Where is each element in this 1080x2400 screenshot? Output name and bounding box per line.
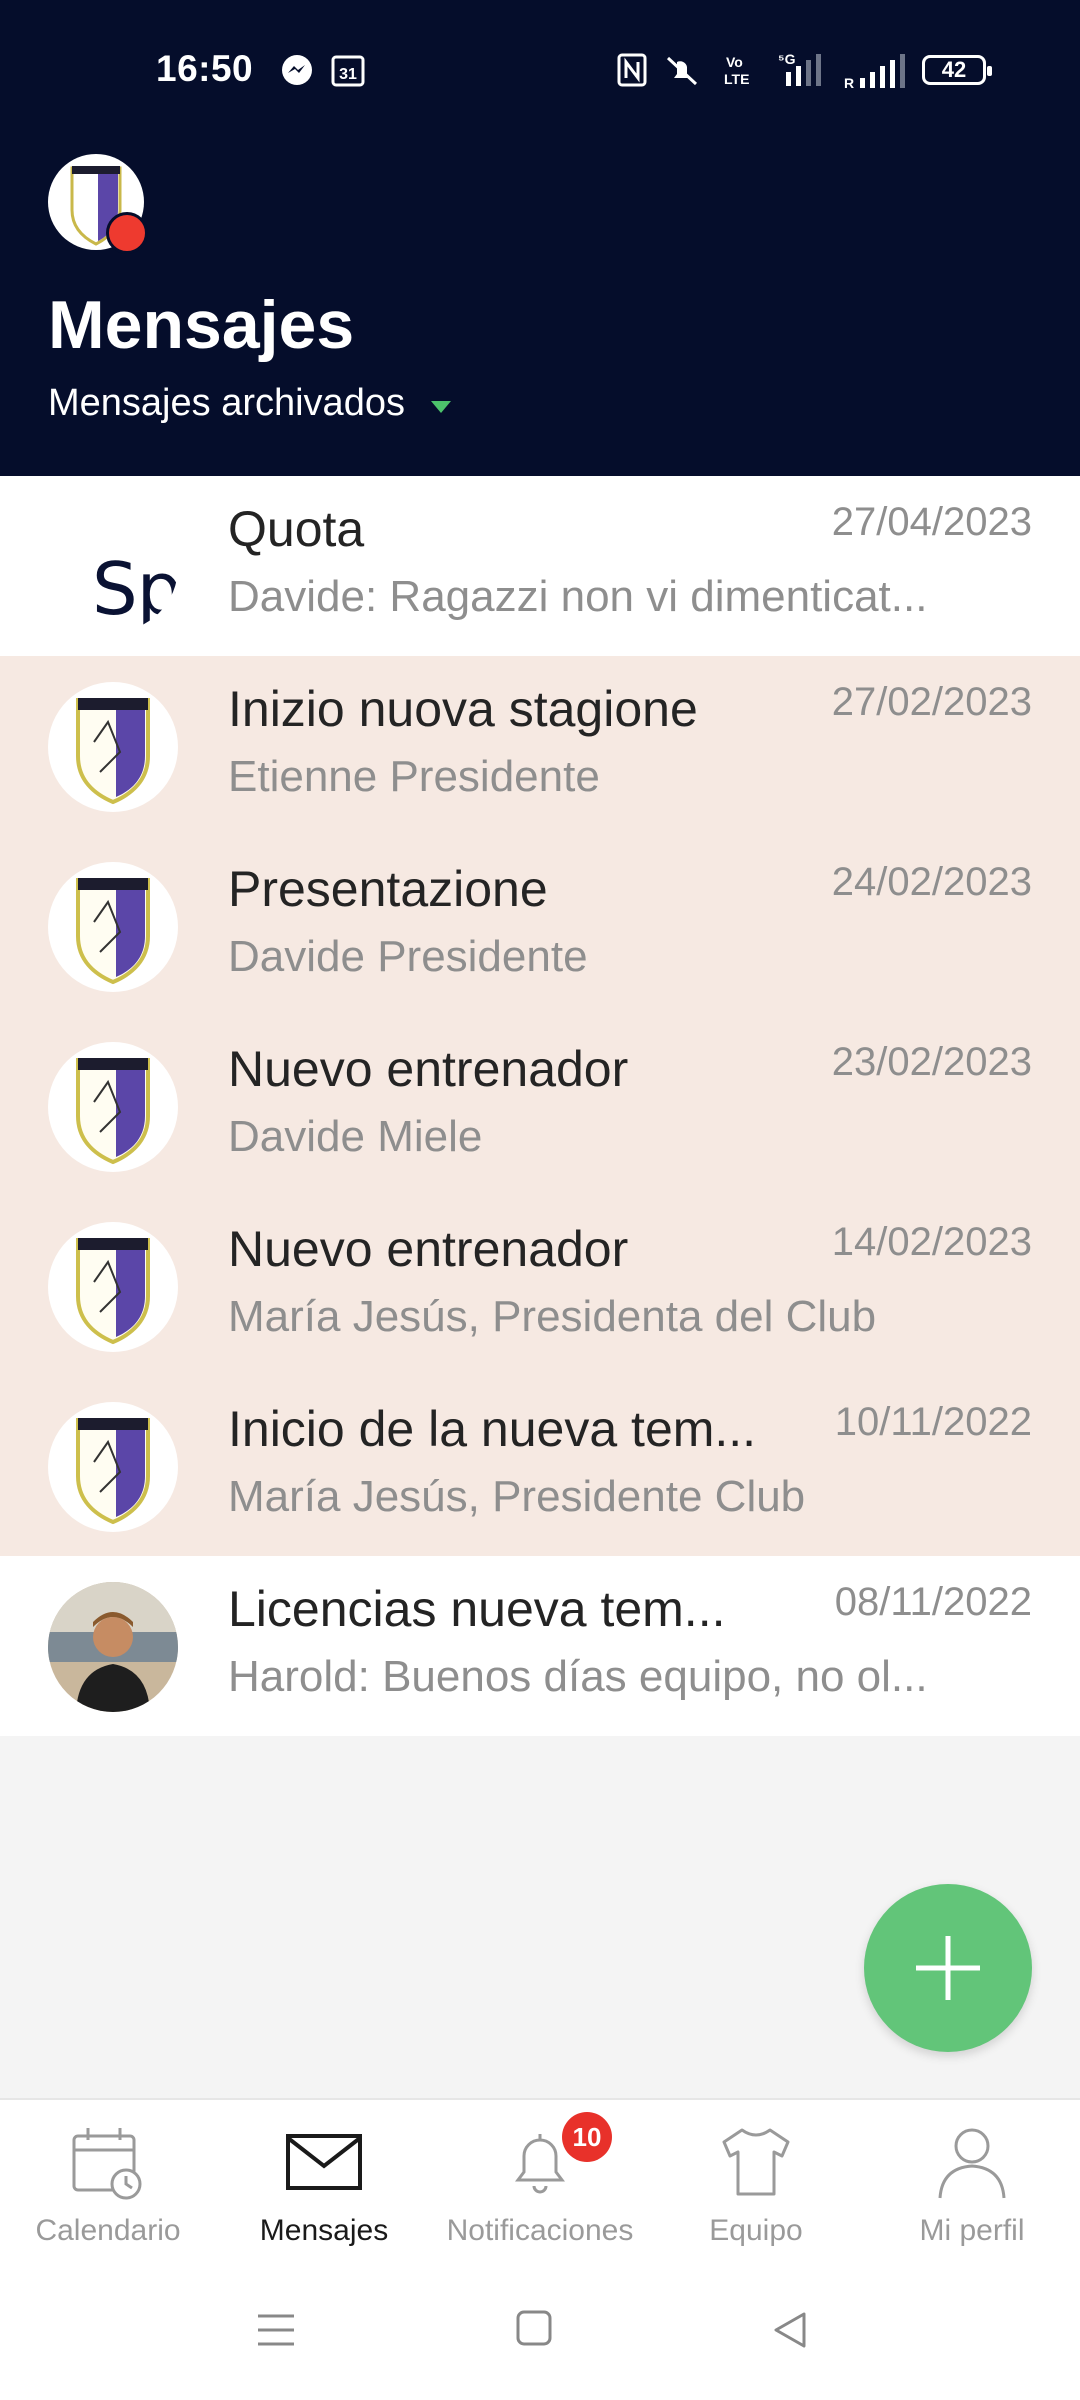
system-navigation-bar xyxy=(0,2268,1080,2400)
signal-5g-icon: ⁵G xyxy=(778,51,821,86)
conversation-date: 27/02/2023 xyxy=(831,680,1032,724)
filter-label: Mensajes archivados xyxy=(48,382,405,424)
back-triangle-icon[interactable] xyxy=(770,2308,810,2352)
nav-label: Mi perfil xyxy=(919,2214,1025,2247)
envelope-icon xyxy=(286,2134,362,2190)
conversation-list: Spo Quota Davide: Ragazzi non vi dimenti… xyxy=(0,476,1080,1736)
conversation-row[interactable]: Nuevo entrenador María Jesús, Presidenta… xyxy=(0,1196,1080,1376)
club-crest-icon xyxy=(76,1238,150,1345)
notification-dot xyxy=(106,212,148,254)
shirt-icon xyxy=(722,2128,790,2196)
club-crest-icon xyxy=(76,1058,150,1165)
home-square-icon[interactable] xyxy=(514,2308,554,2348)
page-title: Mensajes xyxy=(48,287,355,363)
conversation-title: Inizio nuova stagione xyxy=(228,681,698,737)
volte-icon: Vo LTE xyxy=(724,54,749,87)
conversation-preview: María Jesús, Presidenta del Club xyxy=(228,1292,877,1341)
conversation-date: 14/02/2023 xyxy=(831,1220,1032,1264)
nav-calendario[interactable]: Calendario xyxy=(0,2100,216,2270)
conversation-date: 27/04/2023 xyxy=(831,500,1032,544)
new-message-button[interactable] xyxy=(864,1884,1032,2052)
person-icon xyxy=(938,2128,1006,2199)
club-crest-icon xyxy=(76,1418,150,1525)
nav-equipo[interactable]: Equipo xyxy=(648,2100,864,2270)
conversation-title: Licencias nueva tem... xyxy=(228,1581,726,1637)
nav-label: Calendario xyxy=(35,2214,181,2247)
conversation-preview: Etienne Presidente xyxy=(228,752,600,801)
avatar xyxy=(48,1402,178,1532)
user-photo xyxy=(48,1582,178,1712)
conversation-title: Nuevo entrenador xyxy=(228,1221,629,1277)
conversation-preview: María Jesús, Presidente Club xyxy=(228,1472,806,1521)
svg-text:Vo: Vo xyxy=(726,54,743,70)
avatar: Spo xyxy=(48,502,178,632)
svg-text:⁵G: ⁵G xyxy=(778,51,796,67)
conversation-date: 24/02/2023 xyxy=(831,860,1032,904)
avatar xyxy=(48,862,178,992)
notification-badge: 10 xyxy=(562,2112,612,2162)
avatar xyxy=(48,1042,178,1172)
conversation-preview: Davide Miele xyxy=(228,1112,483,1161)
svg-text:LTE: LTE xyxy=(724,71,749,87)
conversation-preview: Harold: Buenos días equipo, no ol... xyxy=(228,1652,928,1701)
conversation-date: 10/11/2022 xyxy=(834,1400,1032,1444)
conversation-title: Nuevo entrenador xyxy=(228,1041,629,1097)
nfc-icon xyxy=(617,53,647,87)
conversation-row[interactable]: Licencias nueva tem... Harold: Buenos dí… xyxy=(0,1556,1080,1736)
conversation-title: Inicio de la nueva tem... xyxy=(228,1401,757,1457)
conversation-preview: Davide: Ragazzi non vi dimenticat... xyxy=(228,572,928,621)
nav-mensajes[interactable]: Mensajes xyxy=(216,2100,432,2270)
nav-label: Notificaciones xyxy=(446,2214,634,2247)
conversation-title: Quota xyxy=(228,501,365,557)
club-crest-icon xyxy=(76,698,150,805)
menu-icon[interactable] xyxy=(254,2308,298,2352)
conversation-row[interactable]: Inicio de la nueva tem... María Jesús, P… xyxy=(0,1376,1080,1556)
avatar xyxy=(48,1582,178,1712)
caret-down-icon xyxy=(430,400,451,413)
conversation-preview: Davide Presidente xyxy=(228,932,588,981)
nav-mi-perfil[interactable]: Mi perfil xyxy=(864,2100,1080,2270)
conversation-row[interactable]: Nuevo entrenador Davide Miele 23/02/2023 xyxy=(0,1016,1080,1196)
status-time: 16:50 xyxy=(156,48,254,89)
conversation-row[interactable]: Presentazione Davide Presidente 24/02/20… xyxy=(0,836,1080,1016)
conversation-row[interactable]: Inizio nuova stagione Etienne Presidente… xyxy=(0,656,1080,836)
archived-filter-dropdown[interactable]: Mensajes archivados xyxy=(48,382,451,425)
club-crest-icon xyxy=(76,878,150,985)
plus-icon xyxy=(916,1936,980,2000)
calendar-status-icon: 31 xyxy=(331,55,365,87)
avatar xyxy=(48,1222,178,1352)
conversation-title: Presentazione xyxy=(228,861,548,917)
conversation-date: 23/02/2023 xyxy=(831,1040,1032,1084)
bottom-navigation: Calendario Mensajes 10 Notificaciones Eq… xyxy=(0,2098,1080,2270)
nav-notificaciones[interactable]: 10 Notificaciones xyxy=(432,2100,648,2270)
mute-icon xyxy=(666,56,698,86)
avatar xyxy=(48,682,178,812)
conversation-row[interactable]: Spo Quota Davide: Ragazzi non vi dimenti… xyxy=(0,476,1080,656)
svg-text:R: R xyxy=(844,75,854,90)
status-bar: 16:50 31 Vo LTE ⁵G R 42 xyxy=(0,0,1080,140)
messenger-icon xyxy=(282,55,312,85)
conversation-date: 08/11/2022 xyxy=(834,1580,1032,1624)
svg-text:31: 31 xyxy=(339,66,357,83)
signal-roaming-icon: R xyxy=(844,54,905,90)
battery-indicator: 42 xyxy=(922,55,992,85)
calendar-icon xyxy=(72,2128,142,2200)
nav-label: Equipo xyxy=(709,2214,803,2247)
nav-label: Mensajes xyxy=(259,2214,389,2247)
app-header: 16:50 31 Vo LTE ⁵G R 42 Mensajes Mensaje… xyxy=(0,0,1080,476)
spo-logo: Spo xyxy=(92,547,178,631)
